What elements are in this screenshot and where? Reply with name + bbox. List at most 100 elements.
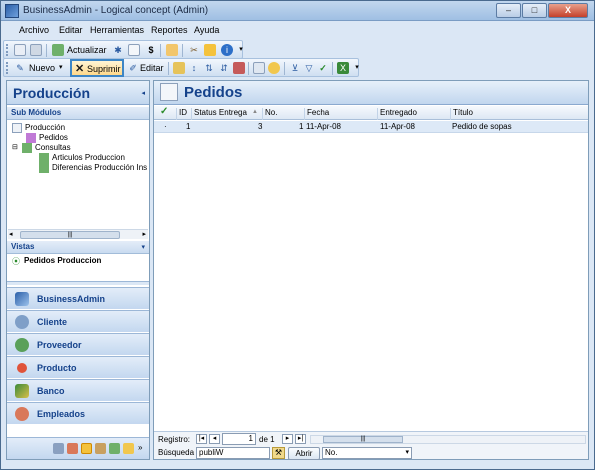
edit-icon[interactable]: ✐ xyxy=(127,62,139,74)
document-icon[interactable] xyxy=(128,44,140,56)
maximize-button[interactable]: □ xyxy=(522,3,547,18)
last-record-icon[interactable]: ▸| xyxy=(295,434,306,444)
field-select[interactable]: No. ▾ xyxy=(322,447,412,459)
new-record-icon[interactable]: ✎ xyxy=(14,62,26,74)
lock-icon[interactable] xyxy=(204,44,216,56)
current-record-input[interactable]: 1 xyxy=(222,433,256,445)
column-entregado[interactable]: Entregado xyxy=(377,108,449,120)
grid-horizontal-scrollbar[interactable]: ||| xyxy=(310,435,586,444)
refresh-icon[interactable] xyxy=(52,44,64,56)
views-collapse-icon[interactable]: ▾ xyxy=(141,243,145,251)
tools-icon[interactable]: ✂ xyxy=(188,44,200,56)
folder-icon[interactable] xyxy=(166,44,178,56)
configure-buttons-icon[interactable]: » xyxy=(138,443,142,452)
first-record-icon[interactable]: |◂ xyxy=(196,434,207,444)
tree-item-produccion[interactable]: Producción xyxy=(25,123,65,132)
filter-icon[interactable]: ▽ xyxy=(303,62,315,74)
open-button[interactable]: Abrir xyxy=(288,447,320,460)
filter-selection-icon[interactable]: ⊻ xyxy=(289,62,301,74)
search-tool-icon[interactable]: ⚒ xyxy=(272,447,285,459)
grid-scroll-thumb[interactable]: ||| xyxy=(323,436,403,443)
settings-mini-icon[interactable] xyxy=(53,443,64,454)
column-no[interactable]: No. xyxy=(262,108,302,120)
excel-export-icon[interactable]: X xyxy=(337,62,349,74)
views-label: Vistas xyxy=(11,242,35,251)
search-input[interactable]: publiW xyxy=(196,447,270,459)
row-selector-icon[interactable]: · xyxy=(164,122,167,131)
module-header: Producción ◂ xyxy=(7,81,149,105)
collapse-pane-icon[interactable]: ◂ xyxy=(141,89,145,97)
edit-button[interactable]: Editar xyxy=(140,63,164,73)
tree-item-consultas[interactable]: Consultas xyxy=(35,143,71,152)
toolbar-grip[interactable] xyxy=(6,44,9,56)
nav-producto-label: Producto xyxy=(37,363,77,373)
menu-editar[interactable]: Editar xyxy=(59,25,83,35)
previous-record-icon[interactable]: ◂ xyxy=(209,434,220,444)
calendar-mini-icon[interactable] xyxy=(81,443,92,454)
table-row[interactable]: · 1 3 1 11-Apr-08 11-Apr-08 Pedido de so… xyxy=(154,121,588,133)
dropdown-arrow-icon[interactable]: ▾ xyxy=(405,448,409,458)
radio-selected-icon[interactable]: ⦿ xyxy=(12,256,20,267)
tree-item-diferencias[interactable]: Diferencias Producción Ins xyxy=(52,163,147,172)
database-mini-icon[interactable] xyxy=(123,443,134,454)
tree-item-pedidos[interactable]: Pedidos xyxy=(39,133,68,142)
sort-az-icon[interactable]: ⇅ xyxy=(203,62,215,74)
scroll-left-icon[interactable]: ◂ xyxy=(9,230,13,238)
toolbar-separator xyxy=(160,44,161,57)
select-all-check-icon[interactable]: ✓ xyxy=(160,106,168,117)
toolbar-overflow-icon[interactable]: ▾ xyxy=(351,62,363,74)
title-bar[interactable]: BusinessAdmin - Logical concept (Admin) … xyxy=(1,1,594,21)
remove-filter-icon[interactable] xyxy=(233,62,245,74)
tree-collapse-icon[interactable]: ⊟ xyxy=(12,143,18,151)
nav-businessadmin[interactable]: BusinessAdmin xyxy=(7,287,149,309)
print-icon[interactable] xyxy=(30,44,42,56)
submodules-header[interactable]: Sub Módulos xyxy=(7,107,149,120)
menu-reportes[interactable]: Reportes xyxy=(151,25,188,35)
column-titulo[interactable]: Título xyxy=(450,108,586,120)
scroll-right-icon[interactable]: ▸ xyxy=(142,230,146,238)
new-button[interactable]: Nuevo xyxy=(29,63,55,73)
smiley-icon[interactable] xyxy=(268,62,280,74)
query-icon xyxy=(39,153,49,163)
sort-za-icon[interactable]: ⇵ xyxy=(218,62,230,74)
toolbar-overflow-icon[interactable]: ▾ xyxy=(235,44,247,56)
next-record-icon[interactable]: ▸ xyxy=(282,434,293,444)
menu-ayuda[interactable]: Ayuda xyxy=(194,25,219,35)
tree-horizontal-scrollbar[interactable]: ◂ ||| ▸ xyxy=(8,229,148,239)
menu-herramientas[interactable]: Herramientas xyxy=(90,25,144,35)
table-mini-icon[interactable] xyxy=(109,443,120,454)
toolbar-records: ✎ Nuevo ▾ ✕ Suprimir ✐ Editar ↕ ⇅ ⇵ ⊻ ▽ … xyxy=(3,58,359,77)
close-button[interactable]: X xyxy=(548,3,588,18)
nav-empleados[interactable]: Empleados xyxy=(7,402,149,424)
print-preview-icon[interactable] xyxy=(14,44,26,56)
employees-icon xyxy=(15,407,29,421)
pane-splitter[interactable] xyxy=(7,281,149,285)
nav-cliente[interactable]: Cliente xyxy=(7,310,149,332)
scroll-thumb[interactable]: ||| xyxy=(20,231,120,239)
column-id[interactable]: ID xyxy=(176,108,190,120)
nav-banco[interactable]: Banco xyxy=(7,379,149,401)
grid-view-icon[interactable] xyxy=(253,62,265,74)
column-fecha[interactable]: Fecha xyxy=(304,108,376,120)
info-icon[interactable]: i xyxy=(221,44,233,56)
nav-producto[interactable]: Producto xyxy=(7,356,149,378)
window-title: BusinessAdmin - Logical concept (Admin) xyxy=(23,5,209,16)
delete-button[interactable]: ✕ Suprimir xyxy=(70,59,124,77)
currency-button[interactable]: $ xyxy=(145,44,157,56)
new-dropdown-icon[interactable]: ▾ xyxy=(59,63,63,71)
menu-archivo[interactable]: Archivo xyxy=(19,25,49,35)
view-pedidos-produccion[interactable]: Pedidos Produccion xyxy=(24,256,101,265)
snowflake-icon[interactable]: ✱ xyxy=(112,44,124,56)
views-header[interactable]: Vistas ▾ xyxy=(7,241,149,254)
chart-mini-icon[interactable] xyxy=(95,443,106,454)
minimize-button[interactable]: – xyxy=(496,3,521,18)
toolbar-grip[interactable] xyxy=(6,62,9,74)
column-status-entrega[interactable]: Status Entrega xyxy=(191,108,261,120)
refresh-button[interactable]: Actualizar xyxy=(67,45,107,55)
report-mini-icon[interactable] xyxy=(67,443,78,454)
apply-check-icon[interactable]: ✓ xyxy=(317,62,329,74)
form-icon[interactable] xyxy=(173,62,185,74)
tree-item-articulos[interactable]: Articulos Produccion xyxy=(52,153,125,162)
nav-proveedor[interactable]: Proveedor xyxy=(7,333,149,355)
sort-icon[interactable]: ↕ xyxy=(188,62,200,74)
